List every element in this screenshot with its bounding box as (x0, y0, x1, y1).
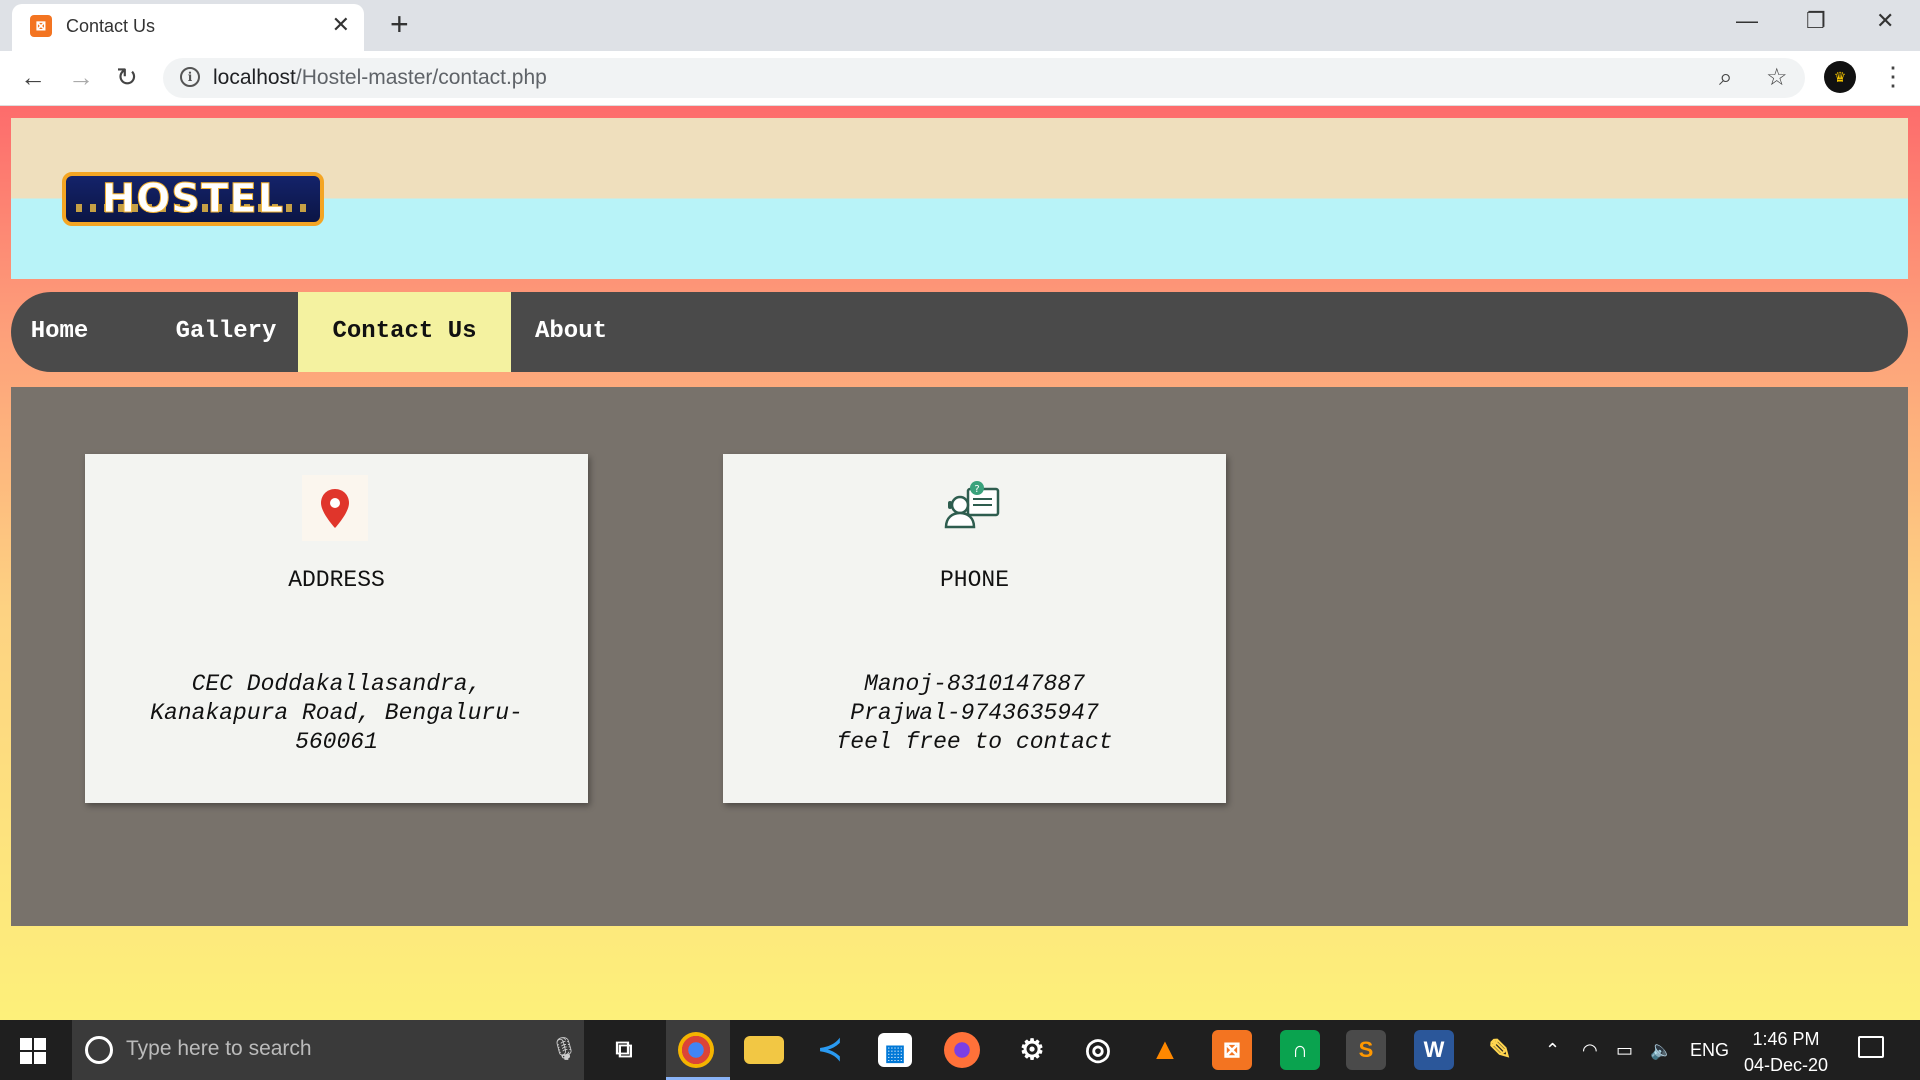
vlc-icon[interactable]: ▲ (1145, 1030, 1185, 1070)
card-heading: PHONE (939, 567, 1009, 593)
paint-icon[interactable]: ✎ (1480, 1030, 1520, 1070)
wifi-icon[interactable]: ◠ (1582, 1040, 1598, 1061)
address-line: 560061 (295, 729, 378, 755)
zoom-icon[interactable]: ⌕ (1719, 64, 1732, 92)
nav-about[interactable]: About (511, 292, 631, 372)
address-line: CEC Doddakallasandra, (191, 671, 482, 697)
xampp-favicon-icon: ⊠ (30, 15, 52, 37)
url-path: /Hostel-master/contact.php (295, 66, 547, 89)
card-heading: ADDRESS (288, 567, 385, 593)
minimize-icon[interactable]: — (1736, 8, 1758, 34)
contact-section: ADDRESS CEC Doddakallasandra, Kanakapura… (11, 387, 1908, 926)
groove-music-icon[interactable]: ◎ (1078, 1030, 1118, 1070)
firefox-icon[interactable] (944, 1032, 980, 1068)
chrome-icon[interactable] (678, 1032, 714, 1068)
headset-app-icon[interactable]: ∩ (1280, 1030, 1320, 1070)
url-text[interactable]: localhost/Hostel-master/contact.php (213, 66, 547, 90)
notifications-icon[interactable] (1858, 1036, 1884, 1058)
settings-icon[interactable]: ⚙ (1012, 1030, 1052, 1070)
new-tab-icon[interactable]: + (390, 8, 409, 40)
file-explorer-icon[interactable] (744, 1036, 784, 1064)
forward-icon[interactable]: → (68, 63, 94, 91)
system-clock[interactable]: 1:46 PM 04-Dec-20 (1726, 1026, 1846, 1078)
sublime-text-icon[interactable]: S (1346, 1030, 1386, 1070)
clock-time: 1:46 PM (1752, 1029, 1820, 1049)
battery-icon[interactable]: ▭ (1616, 1040, 1633, 1061)
clock-date: 04-Dec-20 (1743, 1055, 1829, 1075)
address-bar[interactable]: i localhost/Hostel-master/contact.php ⌕ … (163, 58, 1805, 98)
nav-gallery[interactable]: Gallery (150, 292, 302, 372)
url-host: localhost (213, 66, 296, 89)
logo-text: HOSTEL (101, 176, 285, 222)
browser-tab[interactable]: ⊠ Contact Us ✕ (12, 4, 364, 51)
info-icon[interactable]: i (180, 67, 200, 87)
store-icon[interactable]: ▦ (878, 1033, 912, 1067)
word-icon[interactable]: W (1414, 1030, 1454, 1070)
back-icon[interactable]: ← (20, 63, 46, 91)
nav-home[interactable]: Home (11, 292, 108, 372)
phone-line: feel free to contact (836, 729, 1113, 755)
main-navigation: Home Gallery Contact Us About (11, 292, 1908, 372)
svg-text:?: ? (974, 484, 979, 495)
search-placeholder: Type here to search (126, 1037, 312, 1060)
close-window-icon[interactable]: ✕ (1876, 8, 1894, 34)
browser-toolbar: ← → ↻ i localhost/Hostel-master/contact.… (0, 51, 1920, 106)
menu-kebab-icon[interactable]: ⋮ (1880, 61, 1906, 91)
tab-title: Contact Us (66, 16, 156, 36)
support-agent-icon: ? (944, 481, 1000, 529)
restore-icon[interactable]: ❐ (1806, 8, 1826, 34)
chevron-up-icon[interactable]: ⌃ (1545, 1040, 1560, 1061)
cortana-icon[interactable] (85, 1036, 113, 1064)
windows-taskbar: Type here to search 🎙 ⧉ ≺ ▦ ⚙ ◎ ▲ ⊠ ∩ S … (0, 1020, 1920, 1080)
bookmark-star-icon[interactable]: ☆ (1766, 64, 1788, 92)
location-pin-icon (302, 475, 368, 541)
xampp-icon[interactable]: ⊠ (1212, 1030, 1252, 1070)
profile-avatar[interactable]: ♛ (1824, 61, 1856, 93)
windows-start-icon[interactable] (20, 1038, 46, 1064)
tab-close-icon[interactable]: ✕ (332, 14, 350, 36)
address-text: CEC Doddakallasandra, Kanakapura Road, B… (105, 670, 568, 757)
language-indicator[interactable]: ENG (1690, 1040, 1729, 1061)
taskbar-search[interactable]: Type here to search 🎙 (72, 1020, 584, 1080)
nav-contact-us[interactable]: Contact Us (298, 292, 511, 372)
site-header: HOSTEL (11, 118, 1908, 279)
volume-icon[interactable]: 🔈 (1650, 1040, 1672, 1061)
microphone-icon[interactable]: 🎙 (550, 1036, 578, 1062)
reload-icon[interactable]: ↻ (116, 63, 138, 91)
phone-card: ? PHONE Manoj-8310147887 Prajwal-9743635… (723, 454, 1226, 803)
site-logo[interactable]: HOSTEL (62, 172, 324, 226)
phone-line: Prajwal-9743635947 (850, 700, 1099, 726)
browser-tab-strip: ⊠ Contact Us ✕ + — ❐ ✕ (0, 0, 1920, 51)
address-line: Kanakapura Road, Bengaluru- (150, 700, 523, 726)
phone-text: Manoj-8310147887 Prajwal-9743635947 feel… (743, 670, 1206, 757)
web-page: HOSTEL Home Gallery Contact Us About ADD… (0, 106, 1920, 1020)
task-view-icon[interactable]: ⧉ (604, 1030, 644, 1070)
vscode-icon[interactable]: ≺ (810, 1030, 850, 1070)
phone-line: Manoj-8310147887 (864, 671, 1085, 697)
address-card: ADDRESS CEC Doddakallasandra, Kanakapura… (85, 454, 588, 803)
